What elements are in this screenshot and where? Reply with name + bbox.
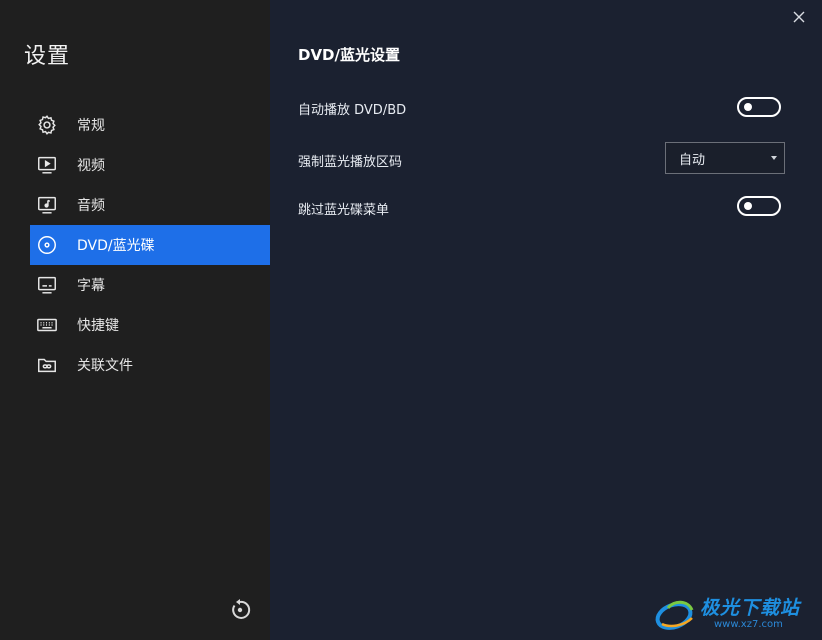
folder-link-icon bbox=[36, 354, 58, 376]
audio-icon bbox=[36, 194, 58, 216]
chevron-down-icon bbox=[771, 156, 777, 160]
watermark-logo-icon bbox=[655, 600, 694, 630]
sidebar-item-dvd[interactable]: DVD/蓝光碟 bbox=[30, 225, 270, 265]
region-code-value: 自动 bbox=[679, 152, 706, 168]
watermark-main: 极光下载站 bbox=[700, 597, 801, 619]
sidebar-item-shortcuts[interactable]: 快捷键 bbox=[30, 305, 270, 345]
close-button[interactable] bbox=[792, 9, 806, 23]
toggle-knob bbox=[744, 202, 752, 210]
close-icon bbox=[793, 11, 805, 23]
sidebar-item-label: 关联文件 bbox=[77, 358, 133, 374]
sidebar: 设置 常规 视频 音频 DVD/蓝光碟 字幕 快捷键 关联文件 bbox=[0, 0, 270, 640]
reset-icon bbox=[232, 599, 251, 619]
region-code-select[interactable]: 自动 bbox=[665, 142, 785, 174]
sidebar-nav: 常规 视频 音频 DVD/蓝光碟 字幕 快捷键 关联文件 bbox=[30, 105, 270, 385]
subtitle-icon bbox=[36, 274, 58, 296]
skip-menu-toggle[interactable] bbox=[737, 196, 781, 216]
sidebar-item-label: 音频 bbox=[77, 198, 105, 214]
sidebar-item-label: 快捷键 bbox=[77, 318, 119, 334]
section-title: DVD/蓝光设置 bbox=[298, 46, 400, 64]
sidebar-title: 设置 bbox=[24, 44, 71, 69]
sidebar-item-label: 常规 bbox=[77, 118, 105, 134]
main-panel: DVD/蓝光设置 自动播放 DVD/BD 强制蓝光播放区码 自动 跳过蓝光碟菜单 bbox=[270, 0, 822, 640]
sidebar-item-video[interactable]: 视频 bbox=[30, 145, 270, 185]
sidebar-item-audio[interactable]: 音频 bbox=[30, 185, 270, 225]
sidebar-item-label: 字幕 bbox=[77, 278, 105, 294]
toggle-knob bbox=[744, 103, 752, 111]
skip-menu-label: 跳过蓝光碟菜单 bbox=[298, 203, 390, 218]
disc-icon bbox=[36, 234, 58, 256]
watermark-sub: www.xz7.com bbox=[714, 619, 783, 630]
region-code-label: 强制蓝光播放区码 bbox=[298, 155, 403, 170]
watermark-text: 极光下载站 www.xz7.com bbox=[700, 597, 800, 631]
keyboard-icon bbox=[36, 314, 58, 336]
sidebar-item-label: DVD/蓝光碟 bbox=[77, 238, 155, 254]
watermark: 极光下载站 www.xz7.com bbox=[654, 594, 814, 634]
gear-icon bbox=[36, 114, 58, 136]
autoplay-label: 自动播放 DVD/BD bbox=[298, 103, 407, 118]
sidebar-item-file-association[interactable]: 关联文件 bbox=[30, 345, 270, 385]
sidebar-item-subtitle[interactable]: 字幕 bbox=[30, 265, 270, 305]
sidebar-item-general[interactable]: 常规 bbox=[30, 105, 270, 145]
reset-button[interactable] bbox=[228, 598, 252, 622]
sidebar-item-label: 视频 bbox=[77, 158, 105, 174]
video-icon bbox=[36, 154, 58, 176]
autoplay-toggle[interactable] bbox=[737, 97, 781, 117]
